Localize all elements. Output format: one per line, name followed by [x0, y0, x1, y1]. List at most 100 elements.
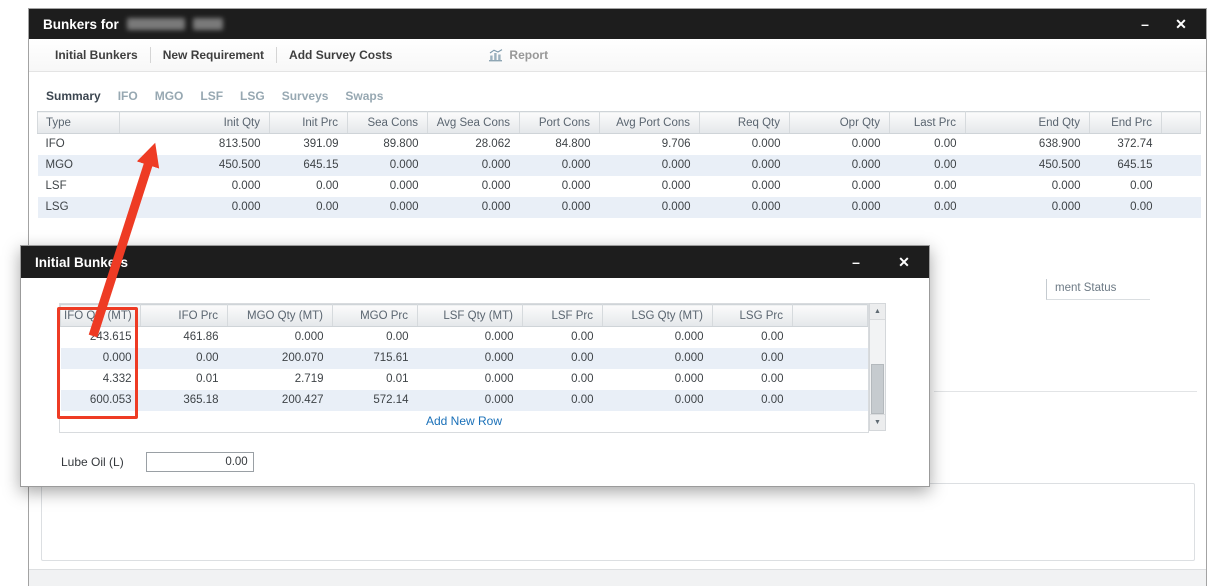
- table-cell-filler: [1162, 134, 1201, 155]
- column-header[interactable]: End Prc: [1089, 111, 1162, 134]
- tab-mgo[interactable]: MGO: [155, 89, 184, 103]
- tab-surveys[interactable]: Surveys: [282, 89, 329, 103]
- table-row[interactable]: LSG 0.000 0.00 0.000 0.000 0.000 0.000 0.000 0.0…: [37, 196, 1201, 218]
- table-cell: 0.00: [571, 352, 594, 364]
- column-header[interactable]: Req Qty: [699, 111, 790, 134]
- column-header[interactable]: MGO Qty (MT): [227, 304, 333, 327]
- column-header[interactable]: LSG Qty (MT): [602, 304, 713, 327]
- tab-lsf[interactable]: LSF: [200, 89, 223, 103]
- table-cell: LSF: [45, 180, 67, 192]
- table-row[interactable]: 4.332 0.01 2.719 0.01 0.000 0.00 0.000 0.00: [61, 369, 868, 390]
- column-header[interactable]: Init Prc: [269, 111, 348, 134]
- table-cell: 0.000: [389, 180, 419, 192]
- toolbar-item-add-survey-costs[interactable]: Add Survey Costs: [277, 48, 404, 62]
- column-header[interactable]: Avg Port Cons: [599, 111, 700, 134]
- table-cell: 0.000: [1051, 180, 1081, 192]
- table-cell: LSG: [45, 201, 69, 213]
- dialog-header-row: IFO Qty (MT) IFO Prc MGO Qty (MT) MGO Prc LS…: [60, 304, 868, 327]
- column-header[interactable]: Port Cons: [519, 111, 600, 134]
- table-cell: 0.00: [934, 201, 957, 213]
- tab-ifo[interactable]: IFO: [118, 89, 138, 103]
- column-header[interactable]: Init Qty: [119, 111, 270, 134]
- column-header[interactable]: Last Prc: [889, 111, 966, 134]
- table-cell: 0.00: [761, 373, 784, 385]
- table-cell-filler: [793, 390, 868, 411]
- table-cell: 89.800: [383, 138, 419, 151]
- toolbar-item-report[interactable]: Report: [488, 48, 548, 62]
- table-cell: 0.000: [484, 394, 514, 406]
- scrollbar-down-icon[interactable]: ▼: [870, 414, 885, 430]
- table-cell: 0.000: [231, 201, 261, 213]
- table-cell: 0.000: [674, 394, 704, 406]
- window-titlebar: Bunkers for – ✕: [29, 9, 1206, 39]
- dialog-minimize-icon[interactable]: –: [845, 246, 867, 278]
- column-header[interactable]: MGO Prc: [332, 304, 418, 327]
- table-cell: 600.053: [89, 394, 132, 406]
- table-cell: MGO: [45, 159, 73, 171]
- table-cell: 572.14: [373, 394, 409, 406]
- table-row[interactable]: 0.000 0.00 200.070 715.61 0.000 0.00 0.000 0.00: [60, 347, 868, 369]
- column-header[interactable]: LSG Prc: [712, 304, 793, 327]
- table-cell: 0.000: [561, 201, 591, 213]
- table-cell-filler: [1162, 197, 1201, 218]
- table-cell: 0.000: [1051, 201, 1081, 213]
- table-cell: 0.00: [386, 331, 409, 344]
- tab-bar: Summary IFO MGO LSF LSG Surveys Swaps: [29, 72, 1206, 111]
- dialog-titlebar: Initial Bunkers – ✕: [21, 246, 929, 278]
- table-row[interactable]: MGO 450.500 645.15 0.000 0.000 0.000 0.000 0.00…: [37, 154, 1201, 176]
- scrollbar-up-icon[interactable]: ▲: [870, 304, 885, 320]
- table-cell: 0.01: [196, 373, 219, 385]
- table-row[interactable]: IFO 813.500 391.09 89.800 28.062 84.800 9.706 0…: [38, 134, 1201, 155]
- column-header[interactable]: Type: [37, 111, 120, 134]
- column-header[interactable]: LSF Prc: [522, 304, 603, 327]
- tab-lsg[interactable]: LSG: [240, 89, 265, 103]
- vertical-scrollbar[interactable]: ▲ ▼: [869, 303, 886, 431]
- column-header[interactable]: Opr Qty: [789, 111, 890, 134]
- table-cell: 0.000: [661, 159, 691, 171]
- table-cell: 28.062: [475, 138, 511, 151]
- dialog-close-icon[interactable]: ✕: [893, 246, 915, 278]
- column-header[interactable]: IFO Prc: [140, 304, 228, 327]
- table-cell-filler: [1162, 176, 1201, 197]
- column-header[interactable]: Avg Sea Cons: [427, 111, 520, 134]
- tab-summary[interactable]: Summary: [46, 89, 101, 103]
- table-row[interactable]: 600.053 365.18 200.427 572.14 0.000 0.00 0.000…: [60, 389, 868, 411]
- initial-bunkers-table: IFO Qty (MT) IFO Prc MGO Qty (MT) MGO Prc LS…: [60, 304, 868, 411]
- column-header[interactable]: LSF Qty (MT): [417, 304, 523, 327]
- scrollbar-thumb[interactable]: [871, 364, 884, 414]
- tab-swaps[interactable]: Swaps: [345, 89, 383, 103]
- column-header[interactable]: Sea Cons: [347, 111, 428, 134]
- add-new-row-link[interactable]: Add New Row: [60, 410, 868, 432]
- table-cell: 0.00: [316, 180, 339, 192]
- dialog-table-container: IFO Qty (MT) IFO Prc MGO Qty (MT) MGO Prc LS…: [59, 303, 869, 433]
- table-row[interactable]: LSF 0.000 0.00 0.000 0.000 0.000 0.000 0.000 0.0…: [38, 176, 1201, 197]
- table-cell: 813.500: [218, 138, 261, 151]
- table-cell: 0.00: [934, 159, 957, 171]
- table-cell: 0.000: [674, 352, 704, 364]
- close-icon[interactable]: ✕: [1170, 9, 1192, 39]
- minimize-icon[interactable]: –: [1134, 9, 1156, 39]
- table-cell: 243.615: [89, 331, 132, 344]
- table-cell: 9.706: [661, 138, 691, 151]
- table-cell: 0.000: [751, 159, 781, 171]
- table-row[interactable]: 243.615 461.86 0.000 0.00 0.000 0.00 0.000 0.00: [61, 327, 868, 348]
- table-cell: 365.18: [183, 394, 219, 406]
- column-header[interactable]: End Qty: [965, 111, 1090, 134]
- table-cell: 0.000: [484, 352, 514, 364]
- lube-oil-row: Lube Oil (L): [61, 452, 254, 472]
- toolbar-item-new-requirement[interactable]: New Requirement: [151, 48, 276, 62]
- table-cell: 4.332: [102, 373, 132, 385]
- screen: Bunkers for – ✕ Initial Bunkers New Requ…: [0, 0, 1208, 587]
- toolbar: Initial Bunkers New Requirement Add Surv…: [29, 39, 1206, 72]
- table-cell: 0.00: [571, 373, 594, 385]
- lube-oil-input[interactable]: [145, 452, 254, 472]
- toolbar-item-initial-bunkers[interactable]: Initial Bunkers: [43, 48, 150, 62]
- table-cell: 0.000: [751, 138, 781, 151]
- summary-table-container: Type Init Qty Init Prc Sea Cons Avg Sea Cons…: [37, 111, 1201, 218]
- table-cell: 645.15: [303, 159, 339, 171]
- table-cell-filler: [793, 327, 868, 348]
- column-header[interactable]: IFO Qty (MT): [60, 304, 141, 327]
- table-cell-filler: [793, 369, 868, 390]
- column-header-filler: [1161, 111, 1201, 134]
- table-cell: 0.00: [316, 201, 339, 213]
